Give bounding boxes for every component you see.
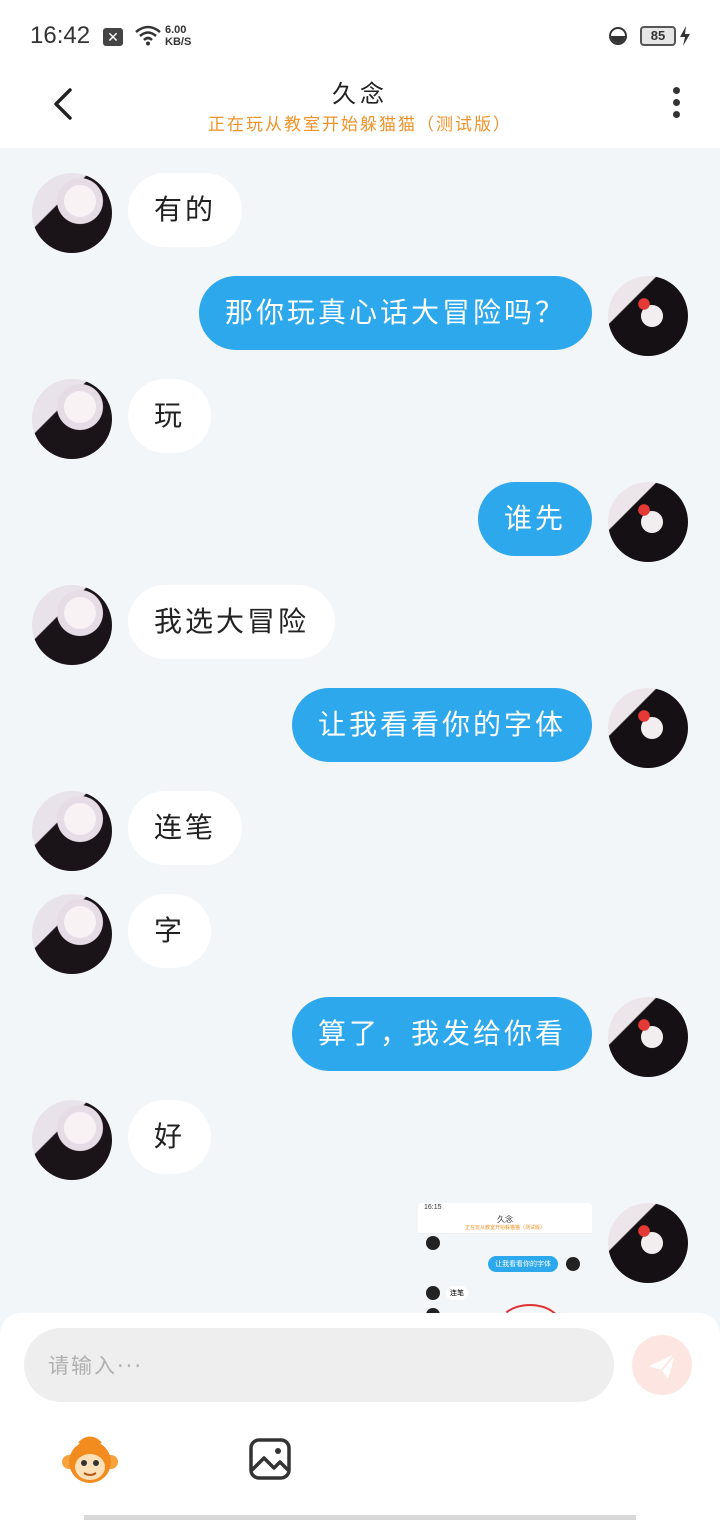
message-input-box[interactable]	[24, 1328, 614, 1404]
gesture-bar[interactable]	[84, 1515, 636, 1520]
message-bubble-out[interactable]: 算了，我发给你看	[291, 997, 592, 1071]
data-saver-icon	[609, 27, 627, 45]
contact-avatar[interactable]	[32, 791, 112, 871]
thumbnail-avatar	[426, 1236, 440, 1250]
send-plane-icon	[649, 1353, 676, 1379]
monkey-emoji-icon[interactable]	[62, 1436, 118, 1486]
thumbnail-avatar	[426, 1286, 440, 1300]
contact-avatar[interactable]	[32, 173, 112, 253]
charging-icon	[680, 26, 690, 46]
thumbnail-avatar	[566, 1257, 580, 1271]
message-bubble-in[interactable]: 玩	[128, 379, 212, 453]
thumbnail-bubble-out: 让我看看你的字体	[488, 1256, 558, 1272]
message-bubble-in[interactable]: 字	[128, 894, 212, 968]
contact-avatar[interactable]	[32, 1100, 112, 1180]
message-bubble-out[interactable]: 那你玩真心话大冒险吗？	[198, 276, 592, 350]
message-input[interactable]	[46, 1328, 590, 1404]
message-bubble-in[interactable]: 连笔	[128, 791, 243, 865]
composer-panel	[0, 1313, 720, 1520]
message-bubble-in[interactable]: 好	[128, 1100, 212, 1174]
contact-avatar[interactable]	[32, 585, 112, 665]
message-bubble-in[interactable]: 我选大冒险	[128, 585, 336, 659]
thumbnail-body: 让我看看你的字体 连笔	[418, 1234, 592, 1313]
network-speed: 6.00 KB/S	[165, 24, 192, 48]
thumbnail-annotation	[498, 1304, 562, 1313]
image-icon[interactable]	[248, 1437, 292, 1481]
message-bubble-out[interactable]: 谁先	[477, 482, 592, 556]
wifi-icon	[135, 25, 161, 46]
contact-activity: 正在玩从教室开始躲猫猫（测试版）	[208, 115, 512, 135]
chat-header: 久念 正在玩从教室开始躲猫猫（测试版）	[0, 72, 720, 148]
message-list[interactable]: 有的 那你玩真心话大冒险吗？ 玩 谁先 我选大冒险 让我看看你的字体 连笔 字 …	[0, 148, 720, 1313]
message-bubble-out[interactable]: 让我看看你的字体	[291, 688, 592, 762]
my-avatar[interactable]	[608, 482, 688, 562]
my-avatar[interactable]	[608, 997, 688, 1077]
thumbnail-header: 久念 正在玩从教室开始躲猫猫（测试版）	[418, 1213, 592, 1234]
message-bubble-in[interactable]: 有的	[128, 173, 243, 247]
thumbnail-bubble-in: 连笔	[446, 1286, 468, 1300]
contact-name: 久念	[332, 80, 388, 108]
status-bar: 16:42 ✕ 6.00 KB/S 85	[0, 0, 720, 72]
image-message[interactable]: 16:15 久念 正在玩从教室开始躲猫猫（测试版） 让我看看你的字体 连笔	[418, 1203, 592, 1313]
my-avatar[interactable]	[608, 688, 688, 768]
thumbnail-subtitle: 正在玩从教室开始躲猫猫（测试版）	[464, 1225, 545, 1231]
contact-avatar[interactable]	[32, 379, 112, 459]
send-button[interactable]	[632, 1335, 692, 1395]
status-time: 16:42	[30, 22, 91, 49]
battery-level: 85	[640, 26, 676, 46]
notification-icon: ✕	[103, 28, 123, 46]
more-vertical-icon[interactable]	[664, 82, 688, 122]
my-avatar[interactable]	[608, 276, 688, 356]
contact-avatar[interactable]	[32, 894, 112, 974]
my-avatar[interactable]	[608, 1203, 688, 1283]
thumbnail-status-time: 16:15	[424, 1204, 442, 1211]
